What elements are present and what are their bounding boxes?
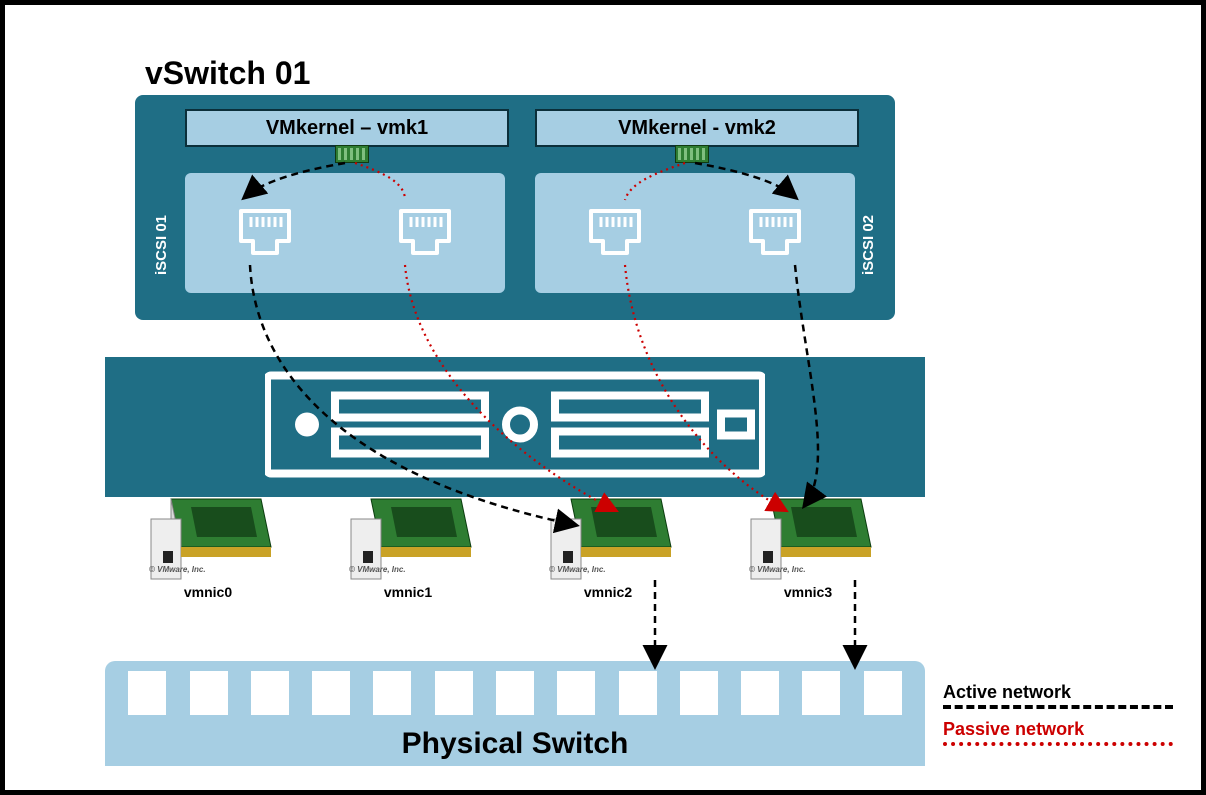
vmware-credit: © VMware, Inc. <box>349 565 406 574</box>
server-bar <box>105 357 925 497</box>
vmkernel-vmk2-label: VMkernel - vmk2 <box>535 109 859 147</box>
server-icon <box>265 370 765 485</box>
switch-port-icon <box>802 671 840 715</box>
switch-port-icon <box>312 671 350 715</box>
switch-port-icon <box>190 671 228 715</box>
physical-switch: Physical Switch <box>105 661 925 766</box>
diagram-title: vSwitch 01 <box>145 55 310 92</box>
vmnic3-label: vmnic3 <box>743 584 873 600</box>
iscsi01-label: iSCSI 01 <box>153 215 170 275</box>
legend: Active network Passive network <box>943 672 1173 750</box>
diagram-frame: vSwitch 01 VMkernel – vmk1 VMkernel - vm… <box>0 0 1206 795</box>
switch-port-icon <box>251 671 289 715</box>
nic-card-vmnic1: © VMware, Inc. vmnic1 <box>343 495 473 600</box>
legend-passive-line-icon <box>943 742 1173 746</box>
nic-chip-icon <box>335 145 369 163</box>
vmware-credit: © VMware, Inc. <box>549 565 606 574</box>
vmware-credit: © VMware, Inc. <box>149 565 206 574</box>
nic-card-icon: © VMware, Inc. <box>143 495 273 580</box>
switch-port-icon <box>557 671 595 715</box>
physical-switch-label: Physical Switch <box>105 727 925 761</box>
nic-card-icon: © VMware, Inc. <box>343 495 473 580</box>
vmkernel-vmk1-label: VMkernel – vmk1 <box>185 109 509 147</box>
switch-port-icon <box>680 671 718 715</box>
vmnic0-label: vmnic0 <box>143 584 273 600</box>
switch-port-icon <box>128 671 166 715</box>
vmnic2-label: vmnic2 <box>543 584 673 600</box>
vswitch-box: VMkernel – vmk1 VMkernel - vmk2 iSCSI 01… <box>135 95 895 320</box>
nic-card-icon: © VMware, Inc. <box>543 495 673 580</box>
legend-active: Active network <box>943 682 1173 709</box>
rj45-port-icon <box>745 205 805 261</box>
legend-active-label: Active network <box>943 682 1173 703</box>
rj45-port-icon <box>395 205 455 261</box>
switch-port-icon <box>741 671 779 715</box>
nic-card-icon: © VMware, Inc. <box>743 495 873 580</box>
legend-passive-label: Passive network <box>943 719 1173 740</box>
nic-card-vmnic2: © VMware, Inc. vmnic2 <box>543 495 673 600</box>
switch-port-icon <box>864 671 902 715</box>
nic-card-vmnic3: © VMware, Inc. vmnic3 <box>743 495 873 600</box>
nic-card-vmnic0: © VMware, Inc. vmnic0 <box>143 495 273 600</box>
vmware-credit: © VMware, Inc. <box>749 565 806 574</box>
switch-port-icon <box>496 671 534 715</box>
rj45-port-icon <box>235 205 295 261</box>
vmnic1-label: vmnic1 <box>343 584 473 600</box>
legend-passive: Passive network <box>943 719 1173 746</box>
legend-active-line-icon <box>943 705 1173 709</box>
physical-switch-ports <box>105 671 925 715</box>
switch-port-icon <box>373 671 411 715</box>
iscsi02-label: iSCSI 02 <box>860 215 877 275</box>
portgroup-iscsi02 <box>535 173 855 293</box>
switch-port-icon <box>619 671 657 715</box>
nic-chip-icon <box>675 145 709 163</box>
rj45-port-icon <box>585 205 645 261</box>
switch-port-icon <box>435 671 473 715</box>
portgroup-iscsi01 <box>185 173 505 293</box>
